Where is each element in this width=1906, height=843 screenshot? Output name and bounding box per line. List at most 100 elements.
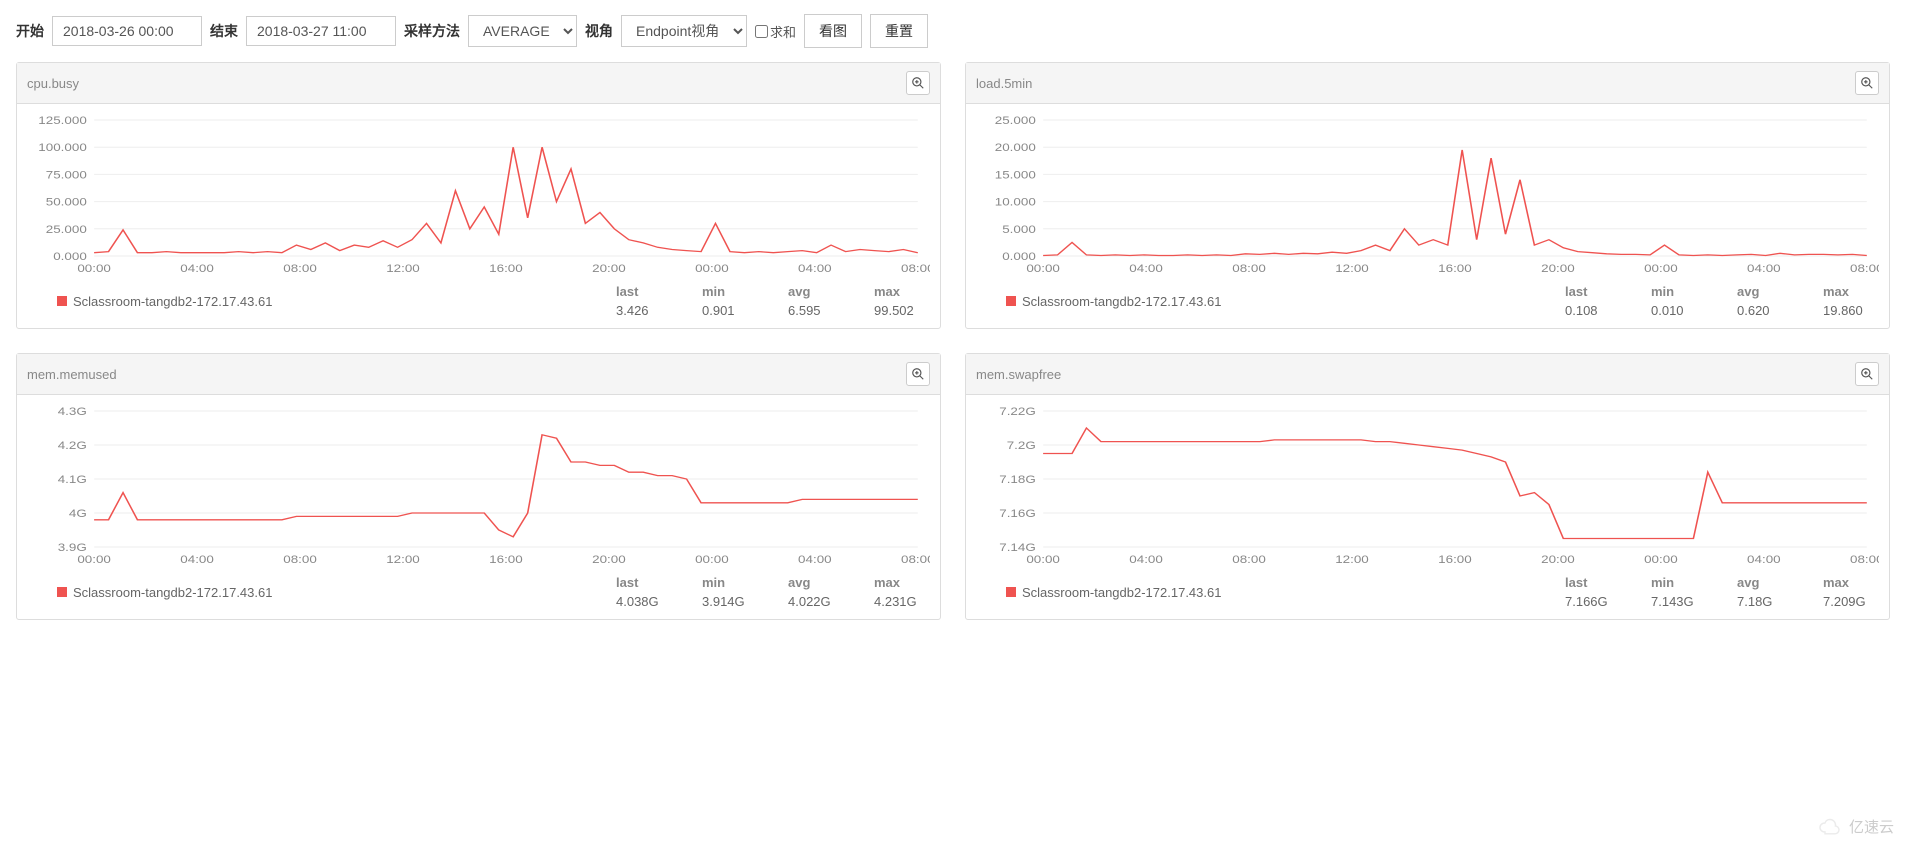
stat-avg-val: 0.620 [1737,303,1783,318]
stat-last-hdr: last [616,284,662,299]
svg-text:16:00: 16:00 [1438,553,1472,566]
view-label: 视角 [585,21,613,41]
svg-text:08:00: 08:00 [1850,553,1879,566]
svg-text:4.3G: 4.3G [58,405,87,418]
stat-last-val: 0.108 [1565,303,1611,318]
stat-last-val: 4.038G [616,594,662,609]
svg-text:3.9G: 3.9G [58,541,87,554]
chart-cpu_busy[interactable]: 0.00025.00050.00075.000100.000125.00000:… [27,108,930,278]
panel-header: cpu.busy [17,63,940,104]
svg-text:00:00: 00:00 [1644,262,1678,275]
chart-mem_swapfree[interactable]: 7.14G7.16G7.18G7.2G7.22G00:0004:0008:001… [976,399,1879,569]
legend-series-name: Sclassroom-tangdb2-172.17.43.61 [73,294,272,309]
render-button[interactable]: 看图 [804,14,862,48]
stat-max-val: 99.502 [874,303,920,318]
view-select[interactable]: Endpoint视角 [621,15,747,47]
svg-text:7.14G: 7.14G [999,541,1036,554]
panel-title: load.5min [976,76,1032,91]
zoom-button[interactable] [1855,71,1879,95]
stat-min-val: 3.914G [702,594,748,609]
chart-mem_memused[interactable]: 3.9G4G4.1G4.2G4.3G00:0004:0008:0012:0016… [27,399,930,569]
svg-text:10.000: 10.000 [995,196,1036,209]
svg-text:08:00: 08:00 [283,553,317,566]
svg-text:25.000: 25.000 [46,223,87,236]
legend-entry[interactable]: Sclassroom-tangdb2-172.17.43.61 [1006,294,1221,309]
stat-avg-hdr: avg [788,284,834,299]
panel-body: 0.00025.00050.00075.000100.000125.00000:… [17,104,940,328]
zoom-button[interactable] [906,71,930,95]
start-input[interactable] [52,16,202,46]
stat-last-hdr: last [1565,575,1611,590]
svg-text:7.18G: 7.18G [999,473,1036,486]
legend-entry[interactable]: Sclassroom-tangdb2-172.17.43.61 [57,294,272,309]
chart-load_5min[interactable]: 0.0005.00010.00015.00020.00025.00000:000… [976,108,1879,278]
panel-body: 0.0005.00010.00015.00020.00025.00000:000… [966,104,1889,328]
watermark: 亿速云 [1817,816,1894,837]
svg-text:00:00: 00:00 [1644,553,1678,566]
start-label: 开始 [16,21,44,41]
svg-text:04:00: 04:00 [1747,262,1781,275]
svg-text:00:00: 00:00 [1026,553,1060,566]
stat-avg-val: 6.595 [788,303,834,318]
zoom-button[interactable] [1855,362,1879,386]
stat-max-val: 4.231G [874,594,920,609]
stats: last4.038G min3.914G avg4.022G max4.231G [616,575,920,609]
legend-stats: Sclassroom-tangdb2-172.17.43.61 last4.03… [27,569,930,609]
end-input[interactable] [246,16,396,46]
panel-cpu_busy: cpu.busy 0.00025.00050.00075.000100.0001… [16,62,941,329]
legend-entry[interactable]: Sclassroom-tangdb2-172.17.43.61 [57,585,272,600]
legend-stats: Sclassroom-tangdb2-172.17.43.61 last 7.16… [976,569,1879,609]
stat-max-hdr: max [874,284,920,299]
svg-text:12:00: 12:00 [386,262,420,275]
svg-text:00:00: 00:00 [695,262,729,275]
svg-text:00:00: 00:00 [77,262,111,275]
svg-text:75.000: 75.000 [46,169,87,182]
svg-text:00:00: 00:00 [77,553,111,566]
zoom-in-icon [911,76,925,90]
legend-swatch [1006,587,1016,597]
reset-button[interactable]: 重置 [870,14,928,48]
svg-text:50.000: 50.000 [46,196,87,209]
sample-method-select[interactable]: AVERAGE [468,15,577,47]
svg-text:7.22G: 7.22G [999,405,1036,418]
zoom-in-icon [1860,367,1874,381]
panel-header: load.5min [966,63,1889,104]
svg-text:12:00: 12:00 [1335,262,1369,275]
stat-avg-hdr: avg [1737,575,1783,590]
svg-text:08:00: 08:00 [283,262,317,275]
svg-text:04:00: 04:00 [1129,553,1163,566]
zoom-in-icon [911,367,925,381]
svg-text:08:00: 08:00 [1850,262,1879,275]
sum-checkbox[interactable] [755,25,768,38]
svg-text:20:00: 20:00 [592,262,626,275]
svg-text:0.000: 0.000 [1002,250,1036,263]
svg-text:04:00: 04:00 [180,262,214,275]
stat-min-val: 0.901 [702,303,748,318]
legend-swatch [1006,296,1016,306]
svg-text:08:00: 08:00 [1232,553,1266,566]
stat-last-val: 3.426 [616,303,662,318]
stat-avg-hdr: avg [788,575,834,590]
panel-body: 7.14G7.16G7.18G7.2G7.22G00:0004:0008:001… [966,395,1889,619]
legend-entry[interactable]: Sclassroom-tangdb2-172.17.43.61 [1006,585,1221,600]
sum-label: 求和 [770,22,796,41]
stat-max-val: 7.209G [1823,594,1869,609]
panel-load_5min: load.5min 0.0005.00010.00015.00020.00025… [965,62,1890,329]
zoom-button[interactable] [906,362,930,386]
legend-series-name: Sclassroom-tangdb2-172.17.43.61 [1022,294,1221,309]
svg-text:20:00: 20:00 [1541,262,1575,275]
svg-text:15.000: 15.000 [995,169,1036,182]
zoom-in-icon [1860,76,1874,90]
panels-grid: cpu.busy 0.00025.00050.00075.000100.0001… [16,62,1890,620]
stats: last7.166G min7.143G avg7.18G max7.209G [1565,575,1869,609]
panel-body: 3.9G4G4.1G4.2G4.3G00:0004:0008:0012:0016… [17,395,940,619]
svg-text:04:00: 04:00 [1129,262,1163,275]
stat-max-hdr: max [1823,284,1869,299]
stats: last3.426 min0.901 avg6.595 max99.502 [616,284,920,318]
stats: last0.108 min0.010 avg0.620 max19.860 [1565,284,1869,318]
stat-last-val: 7.166G [1565,594,1611,609]
svg-text:20.000: 20.000 [995,141,1036,154]
svg-text:4.1G: 4.1G [58,473,87,486]
legend-swatch [57,587,67,597]
svg-text:16:00: 16:00 [489,262,523,275]
